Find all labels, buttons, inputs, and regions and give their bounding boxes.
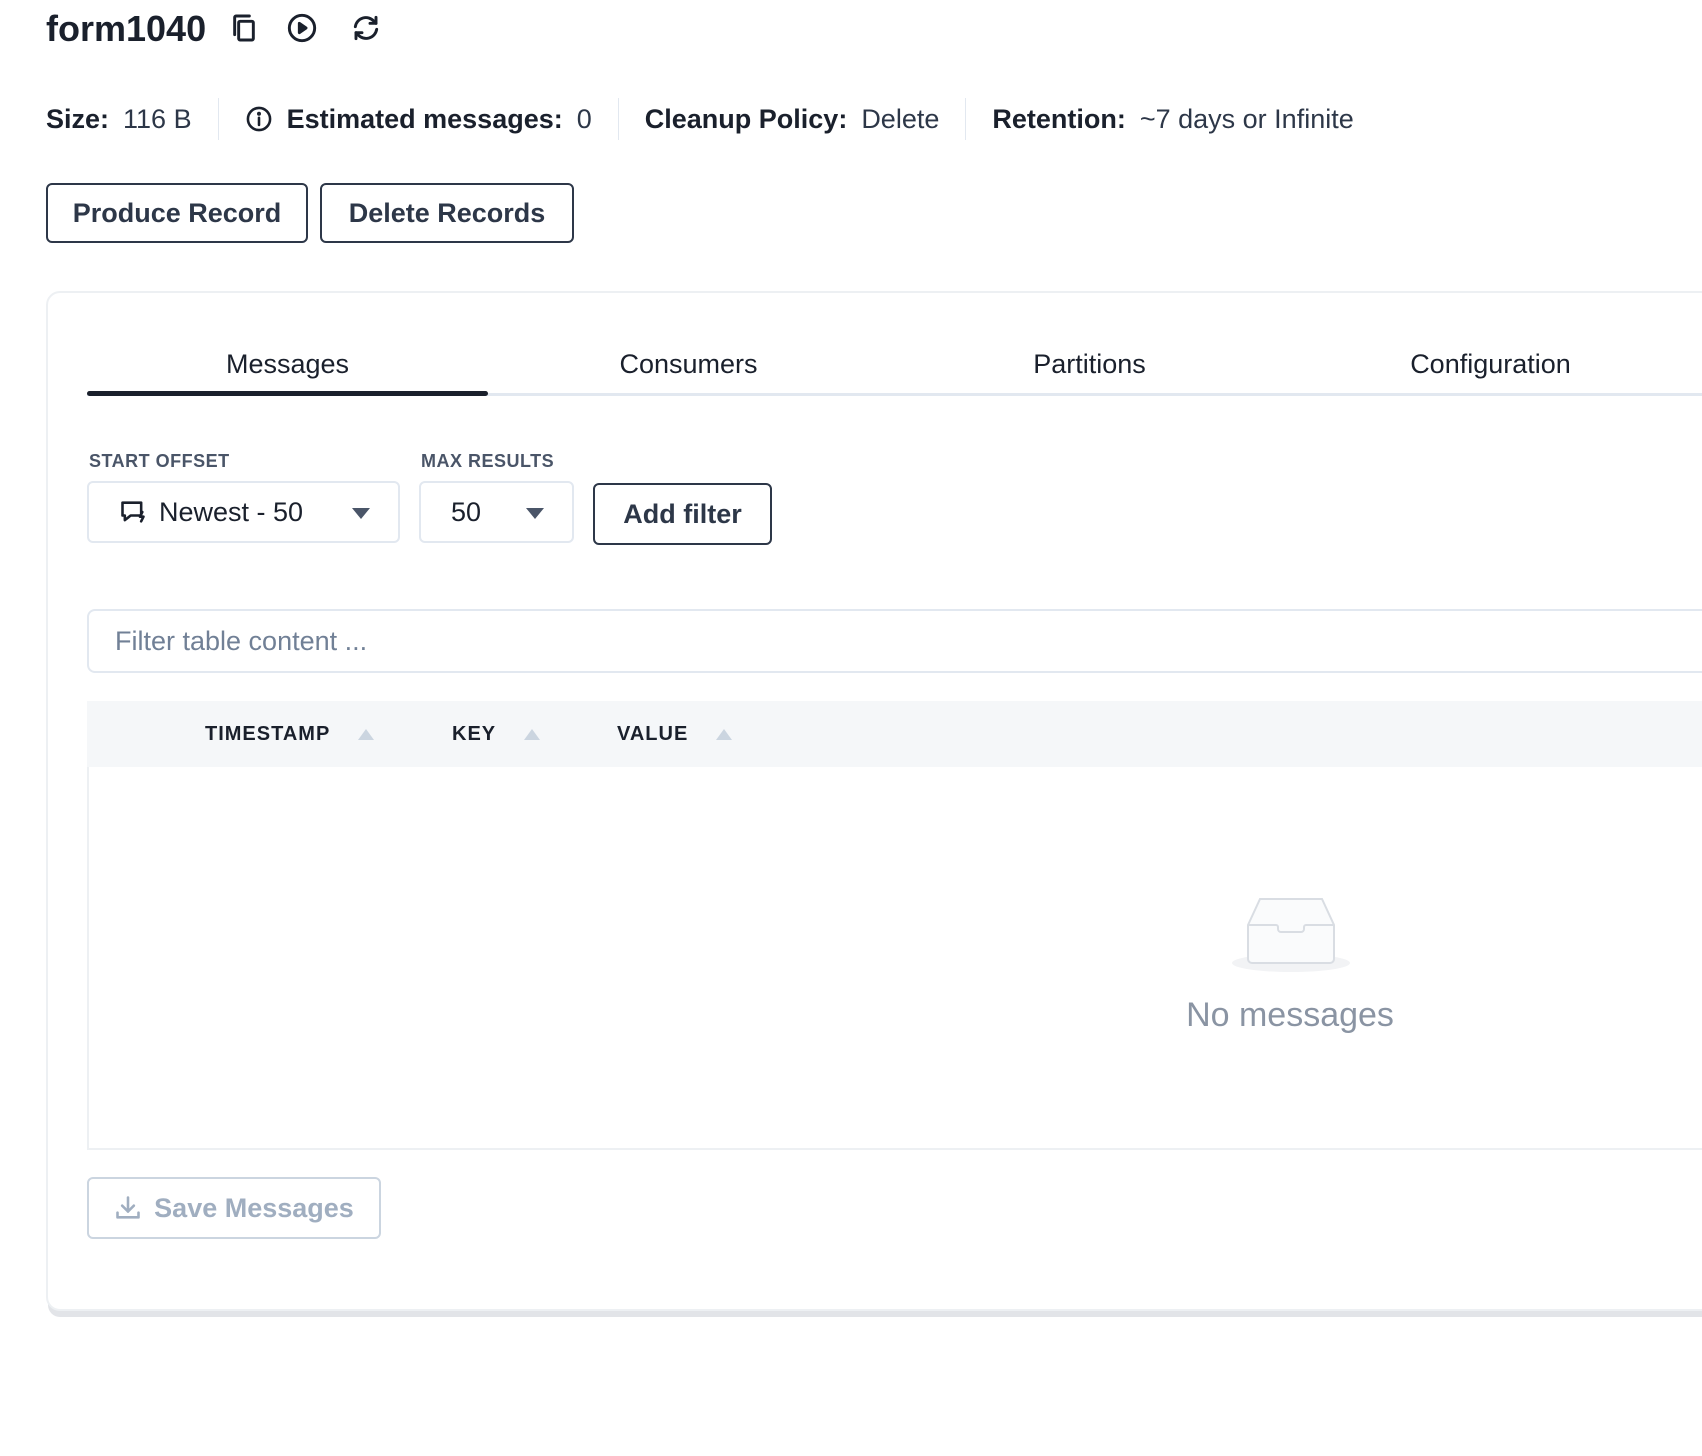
- download-icon: [116, 1196, 140, 1219]
- produce-record-button[interactable]: Produce Record: [46, 183, 308, 243]
- save-messages-button[interactable]: Save Messages: [87, 1177, 381, 1239]
- divider: [617, 98, 619, 140]
- estimated-messages-label: Estimated messages:: [286, 103, 563, 134]
- column-header-key-label: KEY: [452, 722, 497, 745]
- empty-inbox-icon: [1232, 898, 1350, 972]
- chevron-down-icon: [352, 508, 370, 519]
- tab-consumers[interactable]: Consumers: [488, 336, 889, 392]
- sort-asc-icon[interactable]: [524, 728, 541, 740]
- sort-asc-icon[interactable]: [358, 728, 375, 740]
- column-header-key[interactable]: KEY: [452, 701, 541, 767]
- size-label: Size:: [46, 103, 110, 134]
- message-icon: [121, 501, 145, 523]
- topic-stats: Size: 116 B Estimated messages: 0 Cleanu…: [46, 96, 1354, 142]
- estimated-messages-stat: Estimated messages: 0: [245, 104, 592, 135]
- column-header-timestamp-label: TIMESTAMP: [205, 722, 331, 745]
- delete-records-button[interactable]: Delete Records: [320, 183, 574, 243]
- cleanup-policy-label: Cleanup Policy:: [644, 103, 848, 134]
- filter-table-input[interactable]: [87, 609, 1702, 673]
- empty-state-text: No messages: [1186, 996, 1394, 1034]
- messages-table-header: TIMESTAMP KEY VALUE: [87, 701, 1702, 767]
- play-circle-icon[interactable]: [284, 10, 320, 46]
- sort-asc-icon[interactable]: [716, 728, 733, 740]
- divider: [965, 98, 967, 140]
- chevron-down-icon: [526, 508, 544, 519]
- messages-table-body: [87, 767, 1702, 1150]
- divider: [217, 98, 219, 140]
- column-header-timestamp[interactable]: TIMESTAMP: [205, 701, 375, 767]
- retention-stat: Retention: ~7 days or Infinite: [992, 104, 1353, 135]
- start-offset-label: START OFFSET: [89, 451, 230, 471]
- tab-bar: Messages Consumers Partitions Configurat…: [87, 336, 1702, 396]
- start-offset-select[interactable]: Newest - 50: [87, 481, 400, 543]
- size-value: 116 B: [123, 103, 192, 134]
- column-header-value-label: VALUE: [617, 722, 689, 745]
- tab-partitions[interactable]: Partitions: [889, 336, 1290, 392]
- start-offset-value: Newest - 50: [159, 496, 304, 527]
- refresh-icon[interactable]: [348, 10, 384, 46]
- max-results-label: MAX RESULTS: [421, 451, 555, 471]
- max-results-select[interactable]: 50: [419, 481, 574, 543]
- max-results-value: 50: [451, 496, 482, 527]
- retention-label: Retention:: [992, 103, 1126, 134]
- save-messages-label: Save Messages: [154, 1192, 354, 1223]
- cleanup-policy-stat: Cleanup Policy: Delete: [645, 104, 940, 135]
- tab-messages[interactable]: Messages: [87, 336, 488, 396]
- estimated-messages-value: 0: [576, 103, 592, 134]
- column-header-value[interactable]: VALUE: [617, 701, 733, 767]
- size-stat: Size: 116 B: [46, 104, 192, 135]
- page-title: form1040: [46, 8, 207, 49]
- cleanup-policy-value: Delete: [861, 103, 940, 134]
- retention-value: ~7 days or Infinite: [1139, 103, 1354, 134]
- add-filter-button[interactable]: Add filter: [593, 483, 772, 545]
- copy-icon[interactable]: [226, 10, 262, 46]
- info-icon[interactable]: [245, 105, 287, 133]
- tab-configuration[interactable]: Configuration: [1290, 336, 1691, 392]
